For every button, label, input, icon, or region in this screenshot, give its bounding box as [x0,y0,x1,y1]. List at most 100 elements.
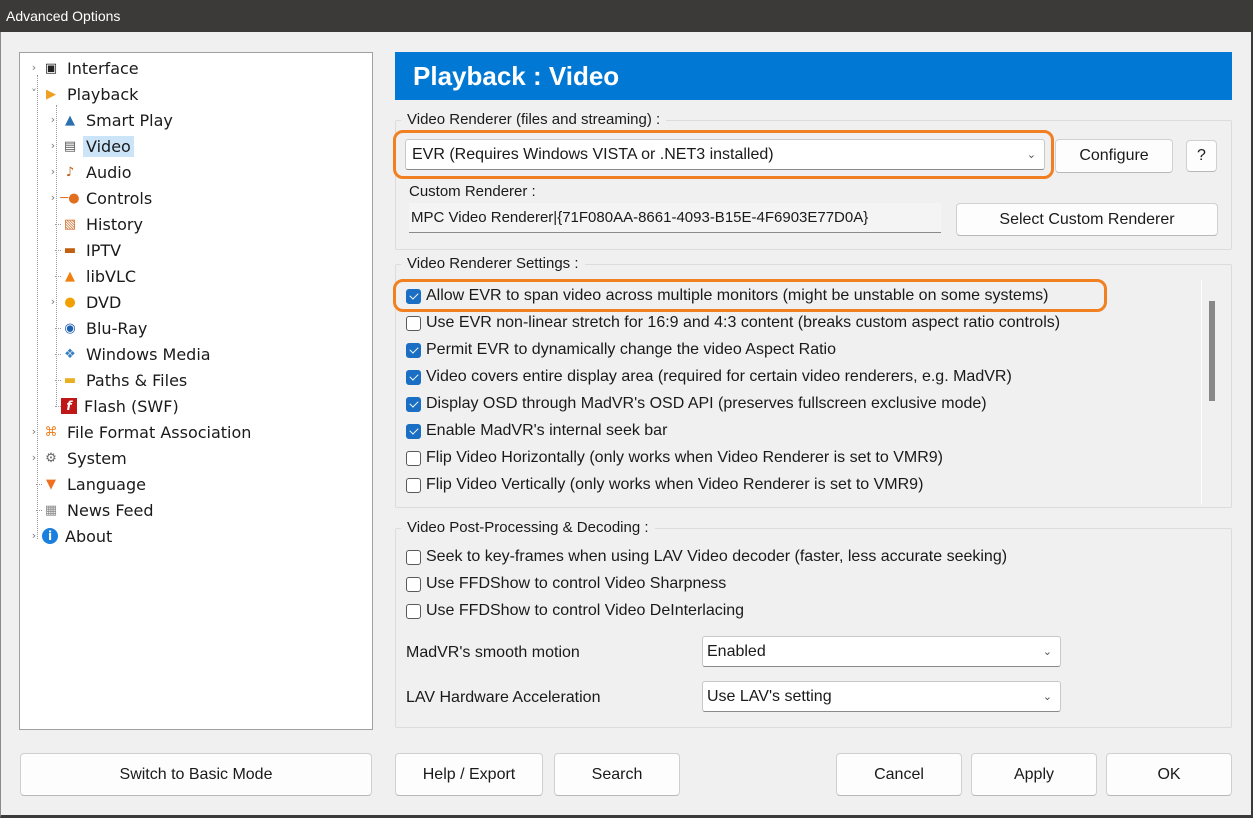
playback-icon: ▶ [46,86,56,102]
window-title: Advanced Options [6,8,121,24]
checkbox-unchecked[interactable] [406,315,421,331]
tree-connector [55,380,61,381]
checkbox-unchecked[interactable] [406,450,421,466]
chevron-right-icon[interactable]: › [29,452,39,463]
tree-item-about[interactable]: › i About [32,524,115,548]
checkbox-row[interactable]: Use FFDShow to control Video Sharpness [406,572,726,596]
smooth-motion-label: MadVR's smooth motion [406,644,580,661]
tree-item-label: IPTV [86,240,122,260]
history-icon: ▧ [63,216,77,232]
checkbox-label: Enable MadVR's internal seek bar [426,422,668,439]
tree-item-iptv[interactable]: ▬ IPTV [55,238,124,262]
video-renderer-select[interactable]: EVR (Requires Windows VISTA or .NET3 ins… [405,139,1045,170]
tree-item-dvd[interactable]: › ● DVD [51,290,124,314]
tree-item-video[interactable]: › ▤ Video [51,134,134,158]
tree-item-label: About [65,526,113,546]
tree-item-language[interactable]: ▼ Language [36,472,149,496]
select-custom-renderer-button[interactable]: Select Custom Renderer [956,203,1218,236]
tree-item-label: Flash (SWF) [84,396,179,416]
help-button[interactable]: ? [1186,140,1217,172]
chevron-down-icon: ⌄ [1026,148,1036,161]
configure-button[interactable]: Configure [1055,139,1173,173]
checkbox-unchecked[interactable] [406,576,421,592]
tree-item-smart-play[interactable]: › ▲ Smart Play [51,108,176,132]
video-renderer-group-title: Video Renderer (files and streaming) : [401,111,667,128]
cancel-button[interactable]: Cancel [836,753,962,796]
tree-item-playback[interactable]: ˅ ▶ Playback [31,82,141,106]
lav-hw-value: Use LAV's setting [707,687,832,705]
settings-scrollbar-thumb[interactable] [1209,301,1215,401]
file-association-icon: ⌘ [44,424,58,440]
checkbox-checked[interactable] [406,396,421,412]
checkbox-checked[interactable] [406,342,421,358]
checkbox-row[interactable]: Video covers entire display area (requir… [406,365,1012,389]
checkbox-row[interactable]: Permit EVR to dynamically change the vid… [406,338,836,362]
switch-basic-mode-button[interactable]: Switch to Basic Mode [20,753,372,796]
chevron-right-icon[interactable]: › [29,62,39,73]
tree-item-news-feed[interactable]: ▦ News Feed [36,498,157,522]
checkbox-row[interactable]: Allow EVR to span video across multiple … [406,284,1048,308]
settings-scrollbar-track[interactable] [1201,280,1202,504]
page-title: Playback : Video [395,52,1232,100]
tree-item-label: Paths & Files [86,370,188,390]
tree-item-label: File Format Association [67,422,252,442]
checkbox-unchecked[interactable] [406,549,421,565]
tree-item-flash-swf[interactable]: f Flash (SWF) [55,394,182,418]
checkbox-row[interactable]: Flip Video Vertically (only works when V… [406,473,923,497]
checkbox-label: Use EVR non-linear stretch for 16:9 and … [426,314,1061,331]
checkbox-row[interactable]: Use FFDShow to control Video DeInterlaci… [406,599,744,623]
checkbox-checked[interactable] [406,369,421,385]
chevron-right-icon[interactable]: › [29,530,39,541]
window-title-bar: Advanced Options [0,0,1253,32]
options-tree[interactable]: › ▣ Interface ˅ ▶ Playback › ▲ Smart Play › ▤ Video… [19,52,373,730]
tree-item-controls[interactable]: › ─● Controls [51,186,155,210]
chevron-right-icon[interactable]: › [48,296,58,307]
tree-item-blu-ray[interactable]: ◉ Blu-Ray [55,316,150,340]
checkbox-checked[interactable] [406,288,421,304]
custom-renderer-field[interactable]: MPC Video Renderer|{71F080AA-8661-4093-B… [409,203,941,233]
chevron-right-icon[interactable]: › [48,192,58,203]
tree-connector [36,510,42,511]
tree-connector [55,328,61,329]
search-button[interactable]: Search [554,753,680,796]
checkbox-row[interactable]: Display OSD through MadVR's OSD API (pre… [406,392,987,416]
checkbox-row[interactable]: Enable MadVR's internal seek bar [406,419,667,443]
tree-item-label: Controls [86,188,153,208]
checkbox-label: Use FFDShow to control Video DeInterlaci… [426,602,745,619]
chevron-right-icon[interactable]: › [29,426,39,437]
checkbox-label: Allow EVR to span video across multiple … [426,287,1049,304]
chevron-right-icon[interactable]: › [48,114,58,125]
apply-button[interactable]: Apply [971,753,1097,796]
tree-item-system[interactable]: › ⚙ System [32,446,130,470]
checkbox-unchecked[interactable] [406,603,421,619]
checkbox-row[interactable]: Use EVR non-linear stretch for 16:9 and … [406,311,1060,335]
tree-connector [55,224,61,225]
checkbox-row[interactable]: Seek to key-frames when using LAV Video … [406,545,1007,569]
ok-button[interactable]: OK [1106,753,1232,796]
checkbox-unchecked[interactable] [406,477,421,493]
tree-item-paths-files[interactable]: ▬ Paths & Files [55,368,190,392]
tree-item-libvlc[interactable]: ▲ libVLC [55,264,139,288]
chevron-right-icon[interactable]: › [48,166,58,177]
chevron-down-icon[interactable]: ˅ [29,88,39,99]
help-export-button[interactable]: Help / Export [395,753,543,796]
checkbox-label: Use FFDShow to control Video Sharpness [426,575,727,592]
tree-item-audio[interactable]: › ♪ Audio [51,160,134,184]
tree-item-file-format-association[interactable]: › ⌘ File Format Association [32,420,254,444]
chevron-down-icon: ⌄ [1042,690,1052,703]
interface-icon: ▣ [44,60,58,76]
tree-item-label: Windows Media [86,344,211,364]
tree-item-label: Language [67,474,146,494]
folder-icon: ▬ [63,372,77,388]
tree-connector [55,250,61,251]
tree-item-history[interactable]: ▧ History [55,212,146,236]
checkbox-checked[interactable] [406,423,421,439]
lav-hw-select[interactable]: Use LAV's setting ⌄ [702,681,1061,712]
smooth-motion-select[interactable]: Enabled ⌄ [702,636,1061,667]
tree-item-windows-media[interactable]: ❖ Windows Media [55,342,214,366]
checkbox-row[interactable]: Flip Video Horizontally (only works when… [406,446,943,470]
chevron-right-icon[interactable]: › [48,140,58,151]
renderer-settings-group-title: Video Renderer Settings : [401,255,585,272]
tree-item-interface[interactable]: › ▣ Interface [32,56,142,80]
tree-connector [37,75,38,539]
